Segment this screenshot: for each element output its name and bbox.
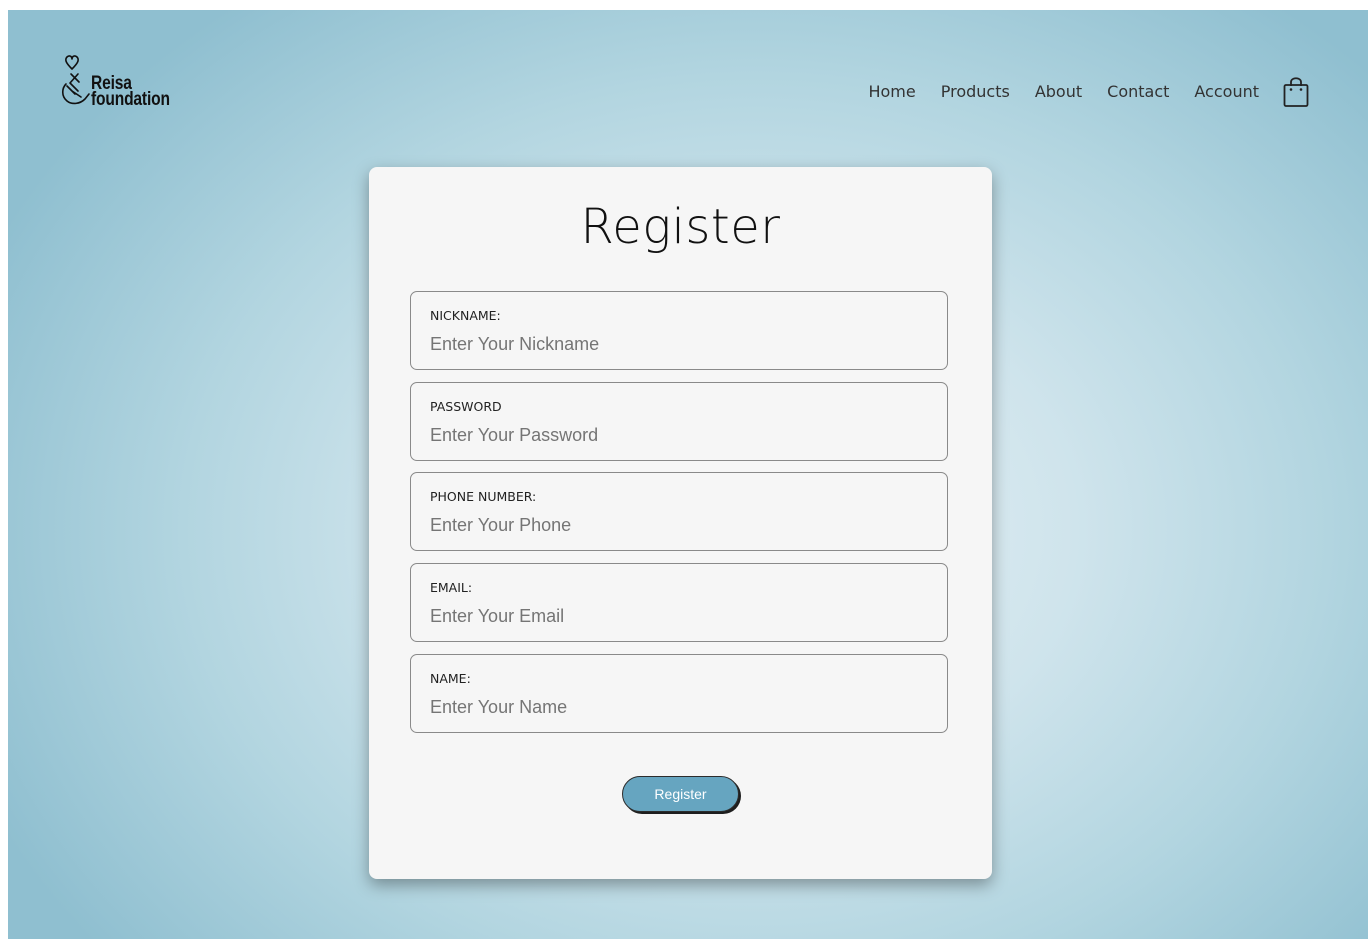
nickname-field-box: NICKNAME: xyxy=(410,291,948,370)
password-field-box: PASSWORD xyxy=(410,382,948,461)
password-label: PASSWORD xyxy=(430,399,502,414)
brand-name-line2: foundation xyxy=(91,89,170,110)
phone-field-box: PHONE NUMBER: xyxy=(410,472,948,551)
name-field-box: NAME: xyxy=(410,654,948,733)
phone-label: PHONE NUMBER: xyxy=(430,489,537,504)
nav-account[interactable]: Account xyxy=(1194,82,1259,101)
register-button[interactable]: Register xyxy=(622,776,739,812)
nickname-input[interactable] xyxy=(430,332,920,356)
nav-home[interactable]: Home xyxy=(868,82,915,101)
nickname-label: NICKNAME: xyxy=(430,308,501,323)
phone-input[interactable] xyxy=(430,513,920,537)
password-input[interactable] xyxy=(430,423,920,447)
page-background: Reisa foundation Home Products About Con… xyxy=(8,10,1368,939)
email-field-box: EMAIL: xyxy=(410,563,948,642)
name-label: NAME: xyxy=(430,671,471,686)
email-input[interactable] xyxy=(430,604,920,628)
shopping-bag-icon[interactable] xyxy=(1282,74,1310,108)
nav-about[interactable]: About xyxy=(1035,82,1082,101)
nav-contact[interactable]: Contact xyxy=(1107,82,1169,101)
main-nav: Home Products About Contact Account xyxy=(868,74,1310,108)
register-card: Register NICKNAME: PASSWORD PHONE NUMBER… xyxy=(369,167,992,879)
name-input[interactable] xyxy=(430,695,920,719)
brand-logo[interactable]: Reisa foundation xyxy=(58,52,188,116)
nav-products[interactable]: Products xyxy=(941,82,1010,101)
email-label: EMAIL: xyxy=(430,580,473,595)
page-title: Register xyxy=(580,199,781,255)
